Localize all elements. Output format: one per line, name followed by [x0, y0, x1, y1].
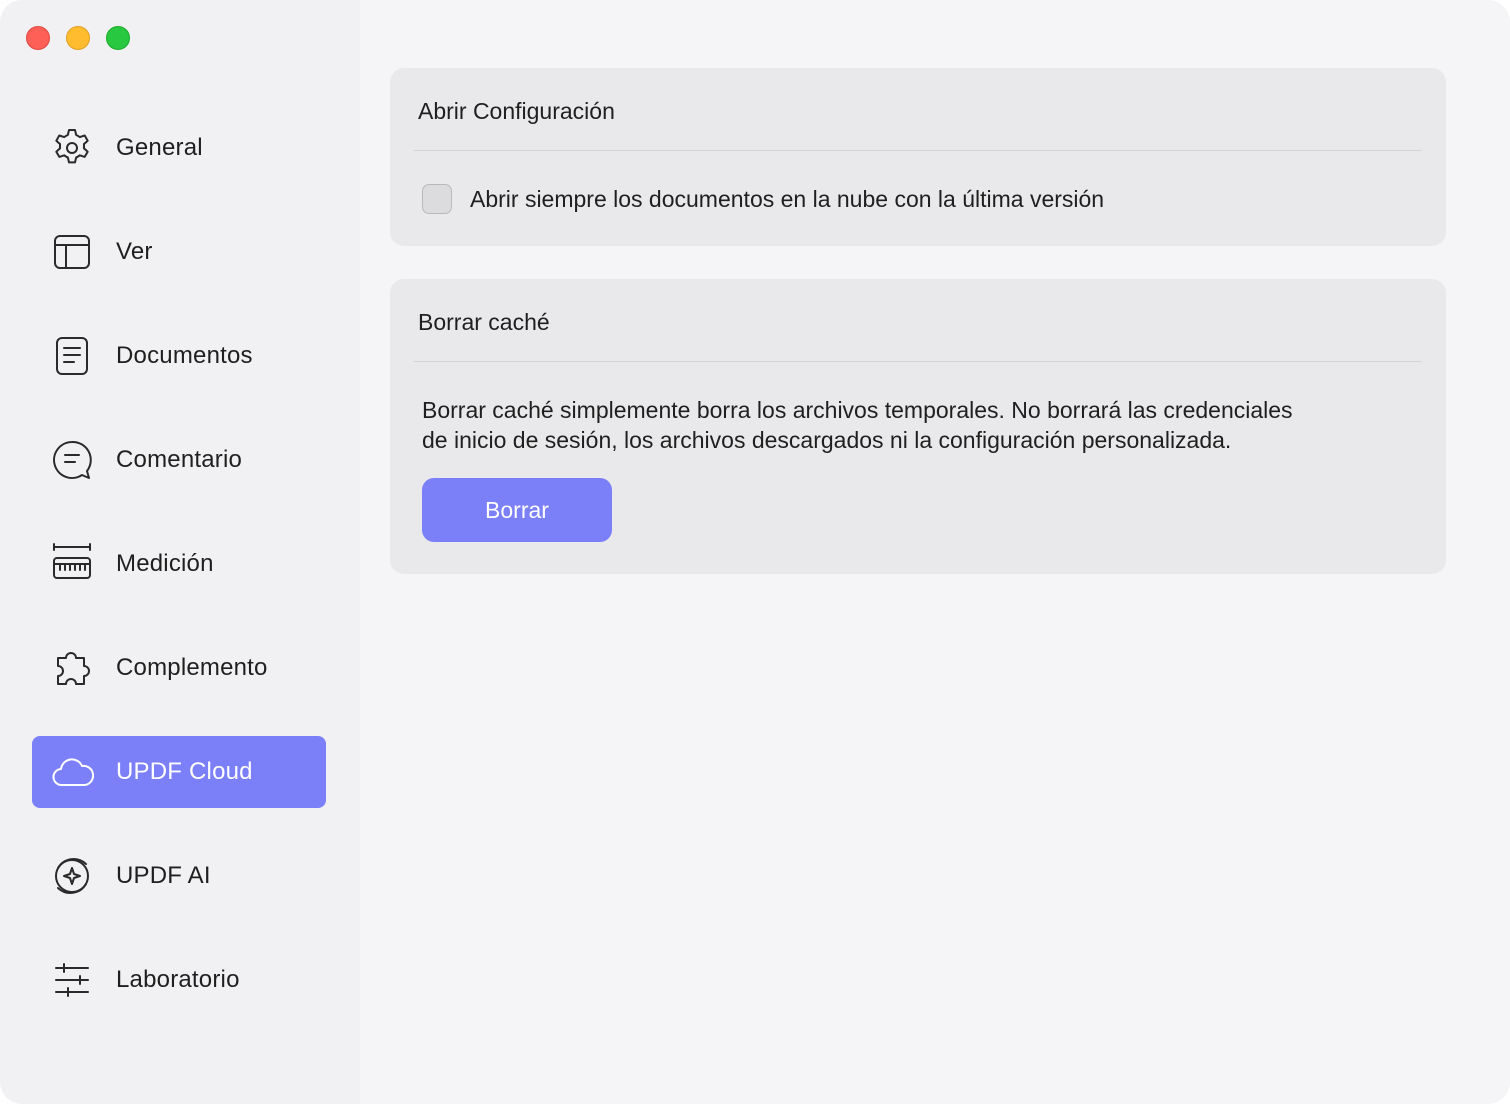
sidebar-item-label: Complemento	[116, 654, 268, 681]
sidebar-item-medicion[interactable]: Medición	[32, 528, 326, 600]
always-open-latest-label[interactable]: Abrir siempre los documentos en la nube …	[470, 184, 1104, 214]
minimize-window-button[interactable]	[66, 26, 90, 50]
clear-cache-description-line-2: de inicio de sesión, los archivos descar…	[422, 427, 1232, 453]
sidebar-item-documentos[interactable]: Documentos	[32, 320, 326, 392]
always-open-latest-checkbox[interactable]	[422, 184, 452, 214]
ruler-icon	[50, 542, 94, 586]
sidebar-item-label: Comentario	[116, 446, 243, 473]
sidebar-item-comentario[interactable]: Comentario	[32, 424, 326, 496]
sidebar-item-updf-cloud[interactable]: UPDF Cloud	[32, 736, 326, 808]
sidebar-item-label: UPDF AI	[116, 862, 211, 889]
comment-icon	[50, 438, 94, 482]
sidebar-nav: General Ver Documentos Comentario Medici…	[32, 112, 326, 1048]
clear-cache-title: Borrar caché	[418, 309, 550, 335]
sidebar-item-label: Laboratorio	[116, 966, 240, 993]
clear-cache-button[interactable]: Borrar	[422, 478, 612, 542]
sidebar-item-label: Medición	[116, 550, 214, 577]
ai-sparkle-icon	[50, 854, 94, 898]
sidebar-item-laboratorio[interactable]: Laboratorio	[32, 944, 326, 1016]
cloud-icon	[50, 750, 94, 794]
puzzle-icon	[50, 646, 94, 690]
gear-icon	[50, 126, 94, 170]
sidebar: General Ver Documentos Comentario Medici…	[0, 0, 360, 1104]
open-settings-title: Abrir Configuración	[418, 98, 615, 124]
divider	[414, 361, 1422, 362]
open-settings-card: Abrir Configuración Abrir siempre los do…	[390, 68, 1446, 246]
layout-icon	[50, 230, 94, 274]
document-icon	[50, 334, 94, 378]
clear-cache-description-line-1: Borrar caché simplemente borra los archi…	[422, 397, 1293, 423]
sidebar-item-label: UPDF Cloud	[116, 758, 253, 785]
sidebar-item-complemento[interactable]: Complemento	[32, 632, 326, 704]
divider	[414, 150, 1422, 151]
close-window-button[interactable]	[26, 26, 50, 50]
zoom-window-button[interactable]	[106, 26, 130, 50]
sidebar-item-label: Documentos	[116, 342, 253, 369]
preferences-window: General Ver Documentos Comentario Medici…	[0, 0, 1510, 1104]
sidebar-item-label: General	[116, 134, 203, 161]
window-controls	[26, 26, 130, 50]
sidebar-item-ver[interactable]: Ver	[32, 216, 326, 288]
sidebar-item-general[interactable]: General	[32, 112, 326, 184]
sliders-icon	[50, 958, 94, 1002]
sidebar-item-updf-ai[interactable]: UPDF AI	[32, 840, 326, 912]
sidebar-item-label: Ver	[116, 238, 153, 265]
clear-cache-card: Borrar caché Borrar caché simplemente bo…	[390, 279, 1446, 574]
